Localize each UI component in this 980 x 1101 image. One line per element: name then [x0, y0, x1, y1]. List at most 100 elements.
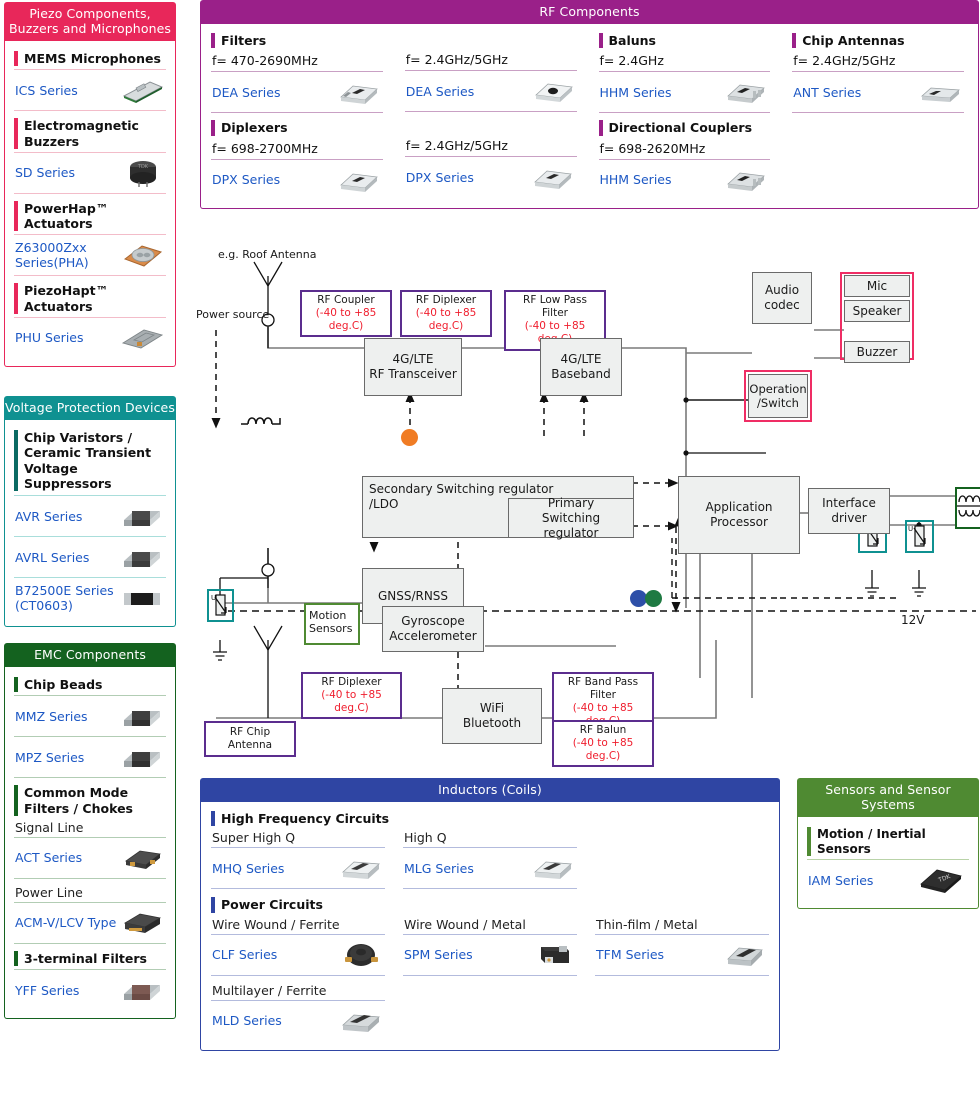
- group-electromagnetic-buzzers: Electromagnetic Buzzers: [14, 111, 166, 152]
- frequency-label: f= 698-2620MHz: [599, 140, 706, 156]
- list-item-act-series[interactable]: ACT Series: [14, 838, 166, 878]
- hf-inductor-thumb: [339, 852, 383, 884]
- divider: [792, 112, 964, 114]
- piezohapt-thumb: [120, 322, 164, 354]
- list-item-hhm-series[interactable]: HHM Series: [599, 72, 771, 112]
- cell-super-high-q: Super High Q MHQ Series: [211, 828, 385, 890]
- group-accent-bar: [14, 785, 18, 816]
- list-item-z63000zxx-series[interactable]: Z63000Zxx Series(PHA): [14, 235, 166, 275]
- panel-vpd-body: Chip Varistors / Ceramic Transient Volta…: [4, 420, 176, 627]
- highlight-motion-sensors: Motion Sensors: [304, 603, 360, 645]
- multilayer-ferrite-thumb: [339, 1005, 383, 1037]
- group-motion-inertial-sensors: Motion / Inertial Sensors: [807, 823, 969, 859]
- callout-rf-diplexer-bottom: RF Diplexer (-40 to +85 deg.C): [301, 672, 402, 720]
- thinfilm-metal-thumb: [723, 939, 767, 971]
- panel-piezo-body: MEMS Microphones ICS Series Electromagne…: [4, 41, 176, 367]
- list-item-mlg-series[interactable]: MLG Series: [403, 848, 577, 888]
- list-item-clf-series[interactable]: CLF Series: [211, 935, 385, 975]
- actuator-thumb: [120, 239, 164, 271]
- frequency-label: f= 2.4GHz/5GHz: [405, 138, 508, 153]
- filter-chip-thumb: [337, 76, 381, 108]
- list-item-dpx-series[interactable]: DPX Series: [211, 160, 383, 200]
- group-baluns: Baluns: [598, 30, 771, 50]
- svg-text:TDK: TDK: [137, 164, 149, 170]
- callout-temp: (-40 to +85 deg.C): [321, 689, 382, 715]
- group-accent-bar: [14, 283, 18, 314]
- list-item-avrl-series[interactable]: AVRL Series: [14, 537, 166, 577]
- panel-sensors-title: Sensors and Sensor Systems: [797, 778, 979, 817]
- ct0603-thumb: [120, 582, 164, 614]
- list-item-mhq-series[interactable]: MHQ Series: [211, 848, 385, 888]
- group-accent-bar: [14, 677, 18, 693]
- divider: [403, 974, 577, 976]
- list-item-tfm-series[interactable]: TFM Series: [595, 935, 769, 975]
- panel-piezo-title: Piezo Components, Buzzers and Microphone…: [4, 2, 176, 41]
- callout-name: RF Diplexer: [321, 676, 382, 688]
- group-accent-bar: [211, 120, 215, 136]
- frequency-label: f= 2.4GHz/5GHz: [793, 53, 896, 69]
- block-label: Mic: [866, 278, 888, 293]
- list-item-sd-series[interactable]: SD Series TDK: [14, 153, 166, 193]
- block-label: Operation /Switch: [749, 381, 807, 410]
- group-powerhap-actuators: PowerHap™ Actuators: [14, 194, 166, 235]
- list-item-mmz-series[interactable]: MMZ Series: [14, 696, 166, 736]
- rf-column-filters: Filters f= 470-2690MHz DEA Series Diplex…: [211, 30, 387, 200]
- list-item-hhm-series-coupler[interactable]: HHM Series: [599, 160, 771, 200]
- divider: [595, 974, 769, 976]
- list-item-dpx-series-2[interactable]: DPX Series: [405, 157, 577, 197]
- block-mic: Mic: [844, 275, 910, 297]
- group-mems-microphones: MEMS Microphones: [14, 47, 166, 69]
- list-item-ics-series[interactable]: ICS Series: [14, 70, 166, 110]
- list-item-phu-series[interactable]: PHU Series: [14, 318, 166, 358]
- list-item-yff-series[interactable]: YFF Series: [14, 970, 166, 1010]
- callout-name: RF Diplexer: [415, 294, 477, 306]
- panel-piezo-components: Piezo Components, Buzzers and Microphone…: [4, 2, 176, 367]
- group-accent-bar: [14, 118, 18, 149]
- callout-rf-diplexer-top: RF Diplexer (-40 to +85 deg.C): [400, 290, 492, 338]
- subheading: Thin-film / Metal: [596, 916, 698, 932]
- panel-rf-body: Filters f= 470-2690MHz DEA Series Diplex…: [200, 24, 979, 209]
- cell-wire-wound-metal: Wire Wound / Metal SPM Series: [403, 915, 577, 1041]
- group-power-circuits: Power Circuits: [211, 889, 769, 914]
- list-item-acm-v-lcv-type[interactable]: ACM-V/LCV Type: [14, 903, 166, 943]
- power-choke-thumb: [120, 907, 164, 939]
- callout-temp: (-40 to +85 deg.C): [415, 307, 477, 333]
- list-item-b72500e-series[interactable]: B72500E Series (CT0603): [14, 578, 166, 618]
- list-item-iam-series[interactable]: IAM Series TDK: [807, 860, 969, 900]
- list-item-avr-series[interactable]: AVR Series: [14, 496, 166, 536]
- system-block-diagram: e.g. Roof Antenna Power source 12V RF Co…: [196, 248, 980, 776]
- list-item-spm-series[interactable]: SPM Series: [403, 935, 577, 975]
- list-item-ant-series[interactable]: ANT Series: [792, 72, 964, 112]
- frequency-label: f= 2.4GHz: [599, 53, 664, 69]
- common-mode-choke-symbol-icon: [957, 495, 980, 517]
- list-item-mld-series[interactable]: MLD Series: [211, 1001, 385, 1041]
- panel-emc-components: EMC Components Chip Beads MMZ Series MPZ…: [4, 643, 176, 1019]
- frequency-label: f= 698-2700MHz: [212, 140, 318, 156]
- panel-inductors-title: Inductors (Coils): [200, 778, 780, 802]
- block-motion-sensors: Motion Sensors: [309, 609, 353, 636]
- chip-bead-thumb: [120, 700, 164, 732]
- panel-inductors: Inductors (Coils) High Frequency Circuit…: [200, 778, 780, 1051]
- hf-inductor-thumb: [531, 852, 575, 884]
- rf-column-chip-antennas: Chip Antennas f= 2.4GHz/5GHz ANT Series: [792, 30, 968, 200]
- subheading: High Q: [404, 830, 447, 846]
- callout-name: RF Chip Antenna: [227, 726, 273, 752]
- list-item-dea-series-2[interactable]: DEA Series: [405, 71, 577, 111]
- diplexer-chip-thumb: [531, 161, 575, 193]
- cell-thinfilm-metal: Thin-film / Metal TFM Series: [595, 915, 769, 1041]
- group-accent-bar: [14, 430, 18, 491]
- callout-rf-chip-antenna: RF Chip Antenna: [204, 721, 296, 758]
- rf-column-baluns: Baluns f= 2.4GHz HHM Series Directional …: [598, 30, 775, 200]
- subheading: Wire Wound / Ferrite: [212, 916, 340, 932]
- block-label: Primary Switching regulator: [541, 495, 601, 540]
- svg-text:U: U: [908, 525, 913, 533]
- diplexer-chip-thumb: [337, 164, 381, 196]
- chip-antenna-thumb: [918, 76, 962, 108]
- block-wifi-bluetooth: WiFi Bluetooth: [442, 688, 542, 744]
- list-item-mpz-series[interactable]: MPZ Series: [14, 737, 166, 777]
- group-chip-varistors: Chip Varistors / Ceramic Transient Volta…: [14, 426, 166, 495]
- block-label: Buzzer: [856, 344, 898, 359]
- list-item-dea-series[interactable]: DEA Series: [211, 72, 383, 112]
- block-label: GNSS/RNSS: [377, 588, 449, 603]
- panel-emc-body: Chip Beads MMZ Series MPZ Series Common …: [4, 667, 176, 1019]
